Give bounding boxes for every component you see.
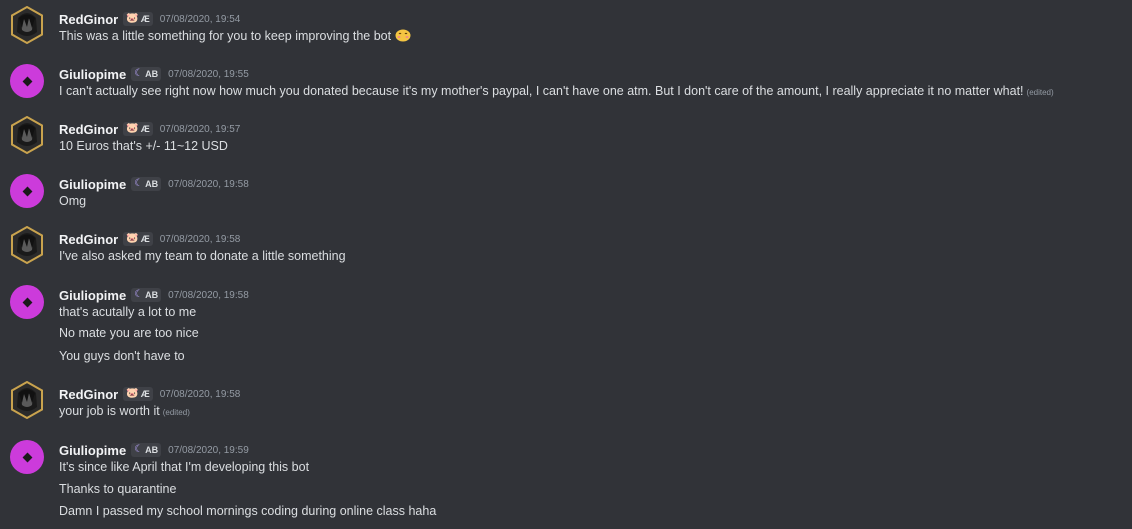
chat-message-list: RedGinor 🐷 Æ 07/08/2020, 19:54 This was a li… <box>0 0 1132 529</box>
user-tag-badge[interactable]: ☾ AB <box>131 443 162 457</box>
pig-badge-icon: 🐷 <box>126 13 139 24</box>
user-tag-text: Æ <box>140 14 150 24</box>
user-avatar[interactable] <box>10 6 44 44</box>
moon-badge-icon: ☾ <box>134 289 144 300</box>
message-timestamp[interactable]: 07/08/2020, 19:58 <box>160 234 241 245</box>
user-tag-text: Æ <box>140 234 150 244</box>
message-text: your job is worth it <box>59 403 160 418</box>
user-tag-text: Æ <box>140 389 150 399</box>
message-timestamp[interactable]: 07/08/2020, 19:58 <box>168 290 249 301</box>
moon-badge-icon: ☾ <box>134 178 144 189</box>
message-text: Thanks to quarantine <box>59 482 177 496</box>
message-content: I can't actually see right now how much … <box>59 82 1054 100</box>
user-tag-text: Æ <box>140 124 150 134</box>
hexagon-avatar-image <box>11 381 43 419</box>
message-text: I can't actually see right now how much … <box>59 83 1024 98</box>
username[interactable]: Giuliopime <box>59 177 126 192</box>
message-content: Damn I passed my school mornings coding … <box>59 502 436 520</box>
message-text: No mate you are too nice <box>59 326 199 340</box>
username[interactable]: Giuliopime <box>59 67 126 82</box>
blush-face-emoji <box>395 28 411 42</box>
username[interactable]: RedGinor <box>59 387 118 402</box>
message-text: Damn I passed my school mornings coding … <box>59 504 437 518</box>
user-tag-badge[interactable]: 🐷 Æ <box>123 232 153 246</box>
hexagon-avatar-image <box>11 6 43 44</box>
message-timestamp[interactable]: 07/08/2020, 19:59 <box>168 445 249 456</box>
message-timestamp[interactable]: 07/08/2020, 19:58 <box>168 179 249 190</box>
user-avatar[interactable] <box>10 116 44 154</box>
hexagon-avatar-image <box>11 226 43 264</box>
user-tag-badge[interactable]: ☾ AB <box>131 67 162 81</box>
diamond-icon <box>22 452 32 462</box>
message-content: that's acutally a lot to me <box>59 303 196 321</box>
user-tag-badge[interactable]: 🐷 Æ <box>123 122 153 136</box>
message-text: It's since like April that I'm developin… <box>59 459 310 474</box>
message-content: This was a little something for you to k… <box>59 27 411 45</box>
edited-marker: (edited) <box>1026 87 1054 97</box>
user-avatar[interactable] <box>10 226 44 264</box>
pig-badge-icon: 🐷 <box>126 388 139 399</box>
user-avatar[interactable] <box>10 440 44 474</box>
message-timestamp[interactable]: 07/08/2020, 19:57 <box>160 124 241 135</box>
user-tag-text: AB <box>145 179 159 189</box>
user-avatar[interactable] <box>10 64 44 98</box>
user-avatar[interactable] <box>10 381 44 419</box>
user-tag-badge[interactable]: ☾ AB <box>131 288 162 302</box>
message-text: You guys don't have to <box>59 349 185 363</box>
username[interactable]: Giuliopime <box>59 443 126 458</box>
user-tag-text: AB <box>145 445 159 455</box>
hexagon-avatar-image <box>11 116 43 154</box>
username[interactable]: RedGinor <box>59 122 118 137</box>
diamond-icon <box>22 76 32 86</box>
message-content: You guys don't have to <box>59 347 185 365</box>
moon-badge-icon: ☾ <box>134 444 144 455</box>
message-content: Omg <box>59 192 86 210</box>
username[interactable]: Giuliopime <box>59 288 126 303</box>
message-content: No mate you are too nice <box>59 324 199 342</box>
message-text: that's acutally a lot to me <box>59 304 197 319</box>
username[interactable]: RedGinor <box>59 12 118 27</box>
message-text: This was a little something for you to k… <box>59 28 392 43</box>
message-content: Thanks to quarantine <box>59 480 176 498</box>
user-tag-badge[interactable]: 🐷 Æ <box>123 12 153 26</box>
message-text: I've also asked my team to donate a litt… <box>59 248 346 263</box>
user-avatar[interactable] <box>10 285 44 319</box>
message-text: Omg <box>59 193 87 208</box>
message-content: your job is worth it (edited) <box>59 402 190 420</box>
message-timestamp[interactable]: 07/08/2020, 19:55 <box>168 69 249 80</box>
message-content: It's since like April that I'm developin… <box>59 458 309 476</box>
pig-badge-icon: 🐷 <box>126 123 139 134</box>
user-tag-text: AB <box>145 69 159 79</box>
message-text: 10 Euros that's +/- 11~12 USD <box>59 138 228 153</box>
edited-marker: (edited) <box>162 407 190 417</box>
diamond-icon <box>22 297 32 307</box>
message-timestamp[interactable]: 07/08/2020, 19:54 <box>160 14 241 25</box>
user-tag-badge[interactable]: 🐷 Æ <box>123 387 153 401</box>
message-content: I've also asked my team to donate a litt… <box>59 247 346 265</box>
message-content: 10 Euros that's +/- 11~12 USD <box>59 137 228 155</box>
moon-badge-icon: ☾ <box>134 68 144 79</box>
user-tag-badge[interactable]: ☾ AB <box>131 177 162 191</box>
user-avatar[interactable] <box>10 174 44 208</box>
diamond-icon <box>22 186 32 196</box>
message-header: Giuliopime ☾ AB 07/08/2020, 19:58 <box>59 174 249 194</box>
message-timestamp[interactable]: 07/08/2020, 19:58 <box>160 389 241 400</box>
pig-badge-icon: 🐷 <box>126 233 139 244</box>
username[interactable]: RedGinor <box>59 232 118 247</box>
user-tag-text: AB <box>145 290 159 300</box>
